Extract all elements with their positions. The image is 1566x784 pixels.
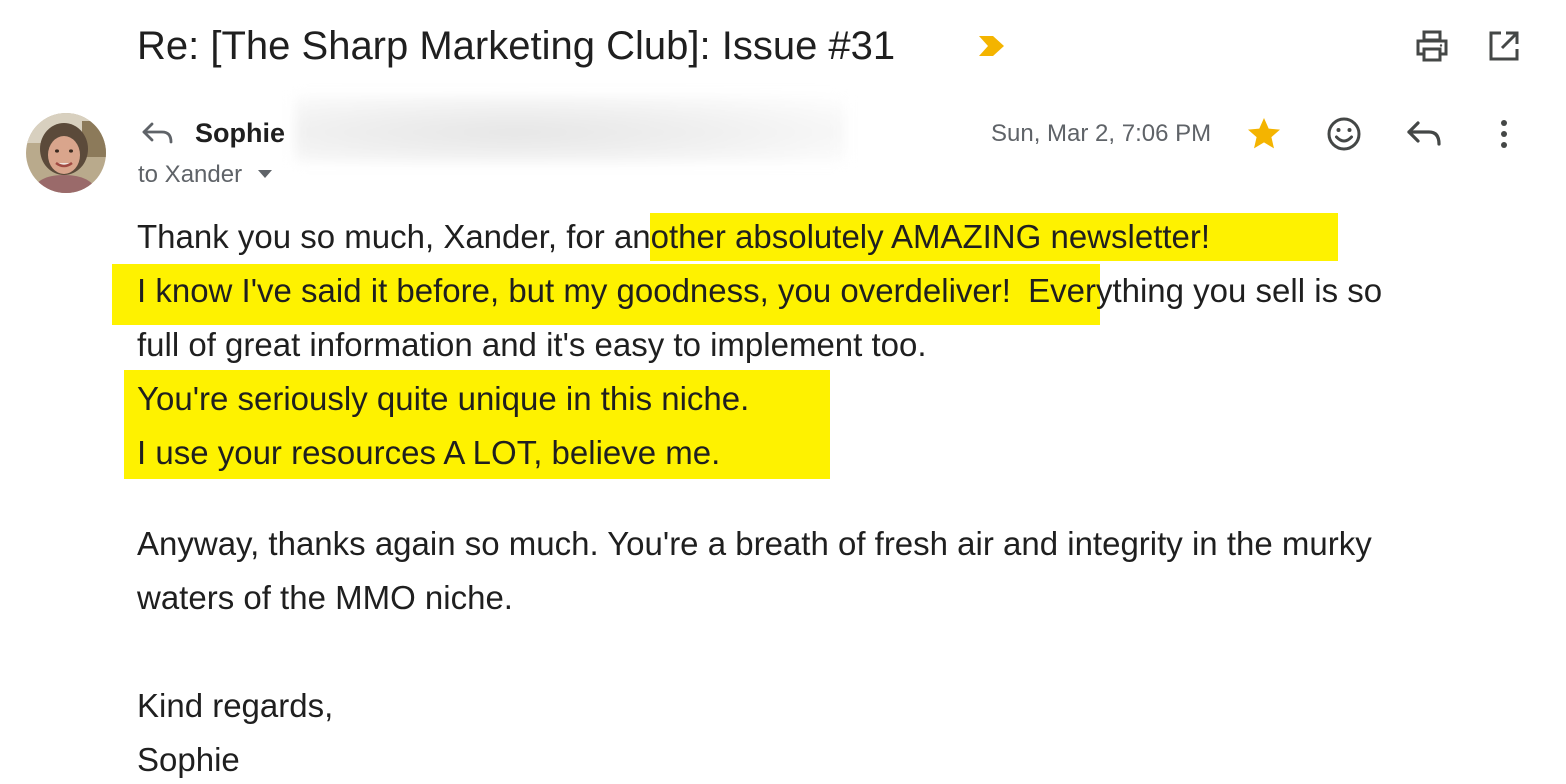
reply-icon[interactable] (1404, 114, 1444, 154)
emoji-reaction-icon[interactable] (1324, 114, 1364, 154)
body-line-1: Thank you so much, Xander, for another a… (137, 217, 1210, 257)
highlighted-text: another absolutely AMAZING newsletter! (613, 218, 1211, 255)
body-line-5: I use your resources A LOT, believe me. (137, 434, 721, 471)
sender-email-redacted (295, 96, 845, 162)
avatar[interactable] (26, 113, 106, 193)
sender-name[interactable]: Sophie (195, 116, 285, 150)
open-in-new-window-icon[interactable] (1486, 28, 1522, 64)
message-date: Sun, Mar 2, 7:06 PM (991, 120, 1212, 147)
body-paragraph-2-line-2: waters of the MMO niche. (137, 579, 513, 616)
email-subject: Re: [The Sharp Marketing Club]: Issue #3… (137, 24, 896, 68)
recipient-line: to Xander (138, 161, 243, 188)
more-vert-icon[interactable] (1484, 114, 1524, 154)
highlighted-text: I know I've said it before, but my goodn… (137, 272, 1011, 309)
signature: Sophie (137, 741, 240, 778)
print-icon[interactable] (1414, 28, 1450, 64)
replied-indicator-icon (140, 118, 174, 148)
body-line-4: You're seriously quite unique in this ni… (137, 380, 750, 417)
star-icon[interactable] (1244, 114, 1284, 154)
recipient-details-dropdown-icon[interactable] (256, 168, 274, 180)
body-line-2: I know I've said it before, but my goodn… (137, 271, 1382, 311)
body-text: Everything you sell is so (1028, 272, 1383, 309)
body-paragraph-2-line-1: Anyway, thanks again so much. You're a b… (137, 525, 1372, 562)
body-line-3: full of great information and it's easy … (137, 326, 927, 363)
body-text: Thank you so much, Xander, for (137, 218, 605, 255)
closing: Kind regards, (137, 687, 334, 724)
importance-marker-icon[interactable] (976, 34, 1006, 58)
